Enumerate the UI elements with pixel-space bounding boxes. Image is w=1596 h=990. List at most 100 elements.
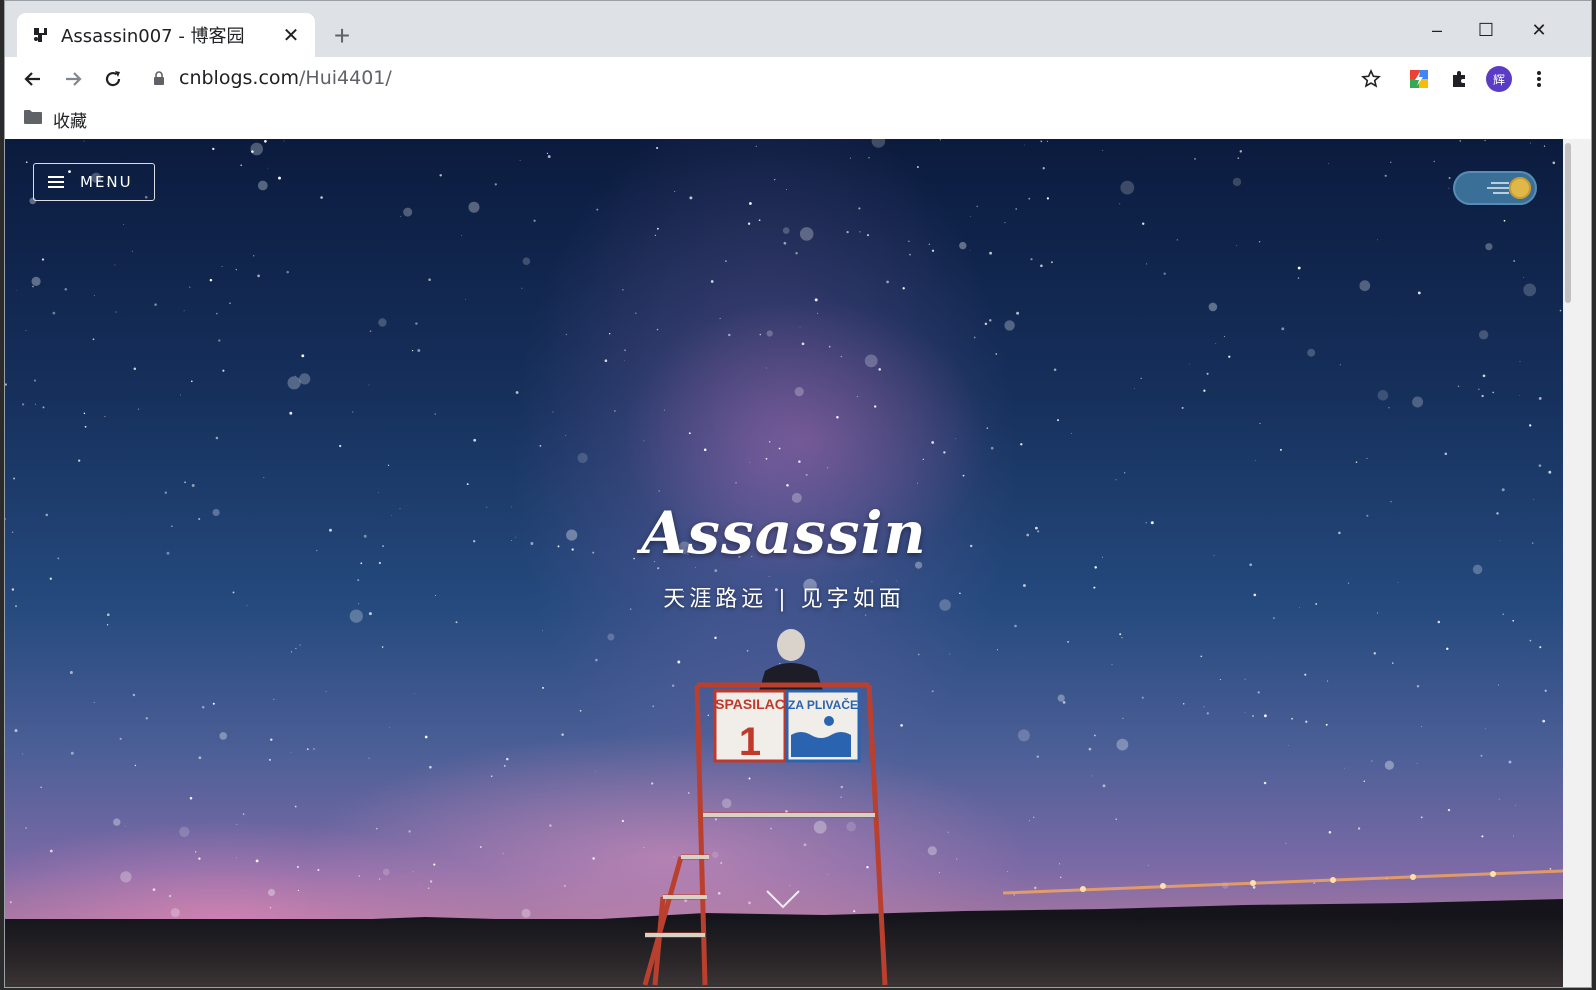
address-bar[interactable]: cnblogs.com/Hui4401/ [149, 61, 1399, 95]
star-dot [990, 446, 994, 450]
star-dot [624, 349, 627, 352]
star-dot [1071, 432, 1073, 434]
tab-close-icon[interactable]: ✕ [279, 23, 303, 47]
minimize-button[interactable]: – [1422, 15, 1452, 45]
star-dot [236, 823, 238, 825]
star-dot [115, 311, 117, 313]
bokeh-particle [179, 826, 190, 837]
star-dot [749, 202, 752, 205]
star-dot [415, 322, 418, 325]
star-dot [1328, 831, 1332, 834]
star-dot [1015, 208, 1018, 210]
star-dot [1433, 160, 1435, 163]
star-dot [195, 851, 197, 853]
bookmark-folder[interactable]: 收藏 [23, 105, 87, 133]
star-dot [296, 865, 300, 869]
star-dot [106, 613, 110, 617]
star-dot [69, 671, 73, 674]
star-dot [506, 757, 509, 761]
star-dot [768, 575, 770, 577]
star-dot [375, 827, 378, 830]
bookmark-star-icon[interactable] [1355, 63, 1387, 95]
star-dot [83, 412, 86, 415]
star-dot [916, 166, 919, 168]
star-dot [408, 830, 411, 833]
star-dot [1224, 336, 1225, 338]
maximize-button[interactable]: ☐ [1471, 15, 1501, 45]
hamburger-icon [48, 176, 64, 188]
star-dot [152, 888, 156, 891]
star-dot [939, 139, 941, 141]
star-dot [622, 289, 624, 291]
star-dot [1459, 140, 1462, 142]
scroll-down-chevron-icon[interactable] [763, 887, 803, 911]
star-dot [1181, 406, 1184, 409]
star-dot [1057, 419, 1059, 422]
star-dot [1203, 389, 1206, 392]
star-dot [1513, 260, 1516, 262]
extension-color-icon[interactable] [1403, 63, 1435, 95]
browser-tab[interactable]: Assassin007 - 博客园 ✕ [17, 13, 315, 57]
star-dot [1141, 696, 1144, 699]
star-dot [164, 491, 168, 494]
star-dot [1291, 717, 1294, 720]
star-dot [229, 302, 231, 305]
page-scrollbar[interactable] [1563, 139, 1591, 987]
star-dot [84, 425, 87, 428]
bokeh-particle [927, 846, 937, 856]
star-dot [273, 698, 275, 700]
bokeh-particle [382, 868, 390, 876]
theme-toggle[interactable] [1453, 171, 1537, 205]
star-dot [339, 444, 342, 448]
star-dot [1421, 726, 1422, 727]
star-dot [735, 482, 737, 484]
star-dot [417, 349, 421, 352]
star-dot [93, 701, 95, 703]
star-dot [859, 231, 861, 233]
star-dot [703, 448, 707, 452]
profile-avatar[interactable]: 辉 [1483, 63, 1515, 95]
star-dot [1046, 197, 1050, 200]
bokeh-particle [1208, 302, 1218, 312]
star-dot [221, 266, 223, 267]
star-dot [689, 196, 693, 200]
star-dot [286, 270, 289, 274]
star-dot [909, 253, 911, 256]
star-dot [368, 757, 370, 759]
bokeh-particle [1017, 729, 1030, 742]
reload-icon[interactable] [97, 63, 129, 95]
star-dot [596, 208, 599, 211]
star-dot [1244, 678, 1246, 680]
star-dot [414, 693, 415, 694]
star-dot [1016, 311, 1020, 315]
star-dot [561, 733, 564, 736]
bokeh-particle [1412, 396, 1424, 408]
star-dot [931, 690, 934, 693]
more-menu-icon[interactable] [1523, 63, 1555, 95]
star-dot [1492, 391, 1495, 394]
star-dot [1088, 747, 1092, 751]
close-window-button[interactable]: ✕ [1524, 15, 1554, 45]
scrollbar-thumb[interactable] [1565, 143, 1571, 303]
star-dot [1297, 266, 1301, 270]
star-dot [240, 164, 243, 167]
star-dot [490, 775, 493, 778]
star-dot [989, 251, 992, 255]
bokeh-particle [1359, 280, 1371, 292]
bokeh-particle [782, 227, 790, 234]
star-dot [473, 438, 477, 442]
star-dot [931, 249, 935, 252]
star-dot [1376, 239, 1378, 241]
back-icon[interactable] [17, 63, 49, 95]
new-tab-button[interactable]: + [327, 20, 357, 51]
star-dot [1067, 641, 1069, 643]
forward-icon[interactable] [57, 63, 89, 95]
star-dot [938, 872, 940, 874]
star-dot [412, 871, 414, 873]
sign-left-number: 1 [739, 720, 761, 764]
star-dot [1257, 691, 1260, 694]
extensions-puzzle-icon[interactable] [1443, 63, 1475, 95]
menu-button[interactable]: MENU [33, 163, 155, 201]
bokeh-particle [1057, 694, 1065, 702]
star-dot [928, 243, 930, 245]
